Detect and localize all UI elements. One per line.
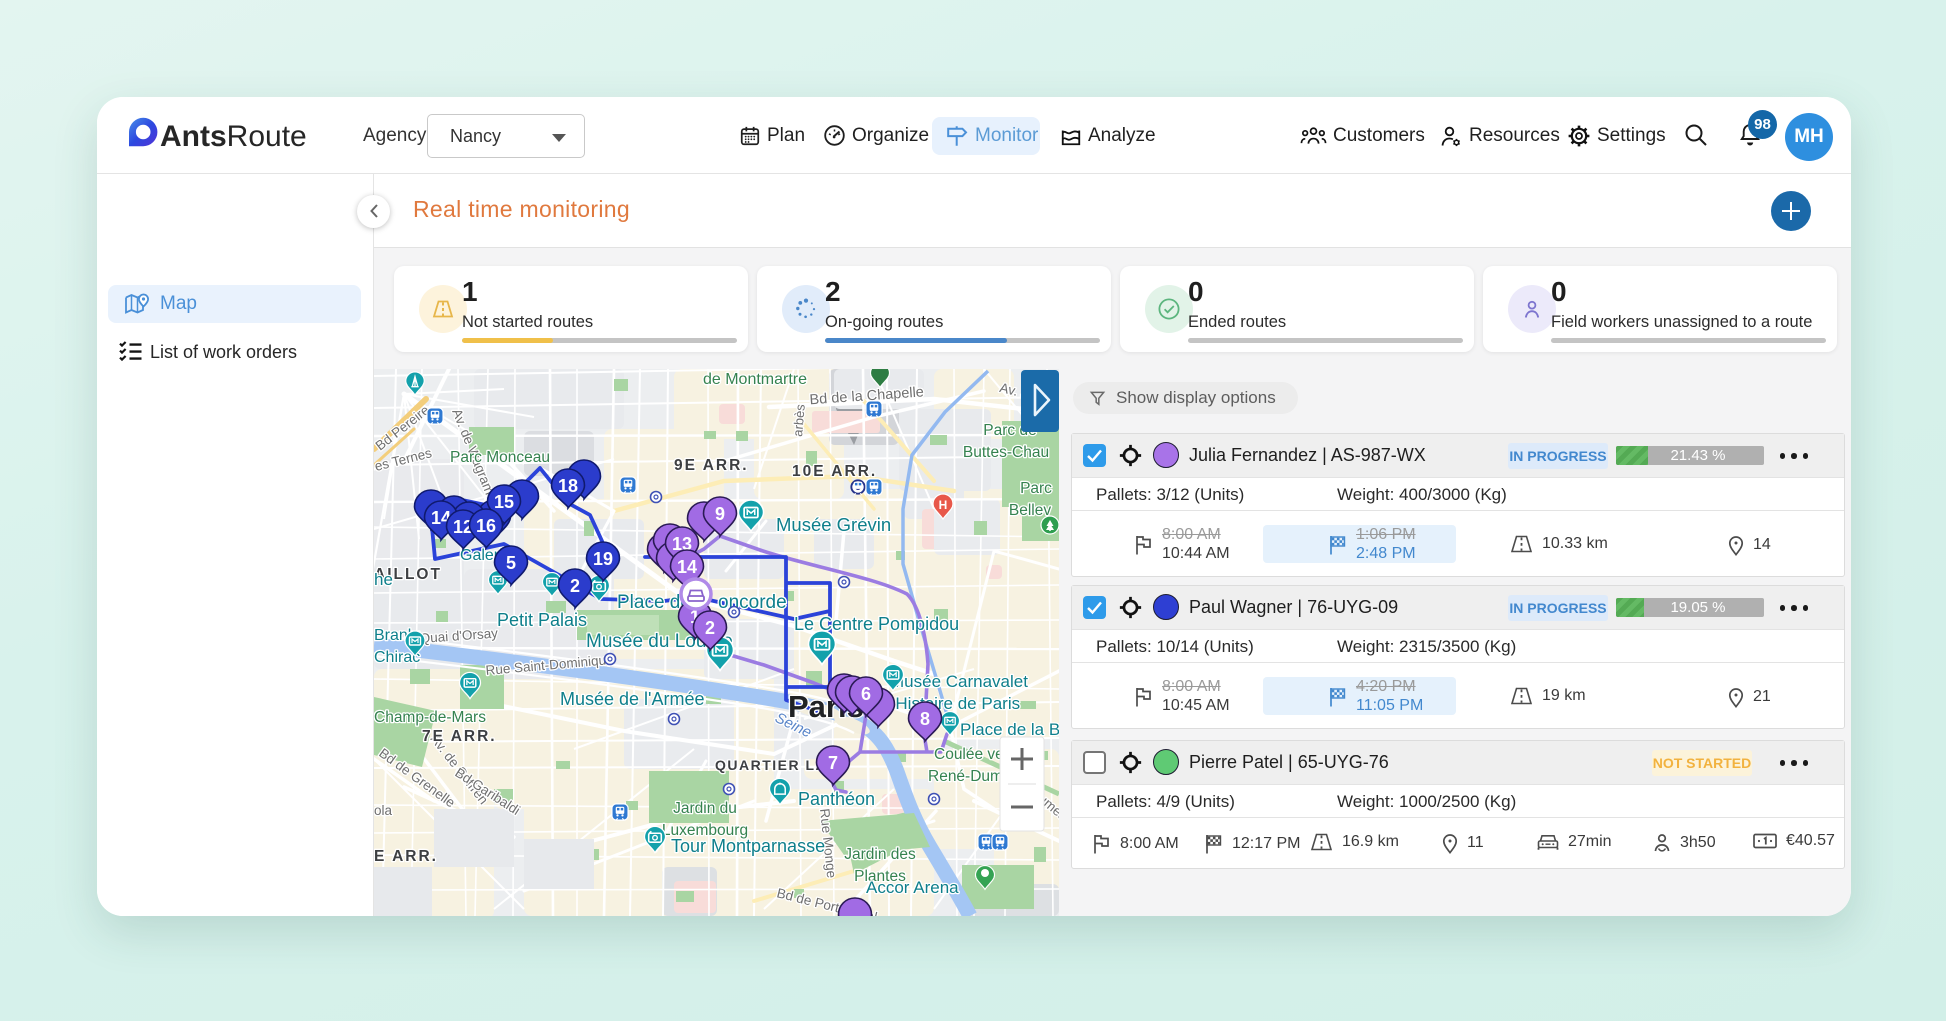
svg-text:Bellev: Bellev bbox=[1009, 502, 1051, 519]
svg-text:Musée de l'Armée: Musée de l'Armée bbox=[560, 689, 705, 709]
svg-text:9E ARR.: 9E ARR. bbox=[674, 457, 749, 474]
svg-text:18: 18 bbox=[558, 476, 578, 496]
svg-text:arbès: arbès bbox=[790, 403, 808, 437]
svg-text:ola: ola bbox=[374, 803, 393, 818]
svg-text:9: 9 bbox=[715, 504, 725, 524]
svg-text:he: he bbox=[374, 570, 393, 589]
svg-text:5: 5 bbox=[506, 553, 516, 573]
svg-text:7: 7 bbox=[828, 753, 838, 773]
svg-text:Parc Monceau: Parc Monceau bbox=[450, 449, 550, 466]
svg-text:Jardin des: Jardin des bbox=[844, 846, 916, 863]
svg-text:- Histoire de Paris: - Histoire de Paris bbox=[885, 694, 1020, 713]
svg-text:Panthéon: Panthéon bbox=[798, 789, 875, 809]
svg-text:Jardin du: Jardin du bbox=[673, 800, 737, 817]
svg-text:16: 16 bbox=[476, 516, 496, 536]
svg-text:Parc: Parc bbox=[1020, 480, 1052, 497]
svg-text:7E ARR.: 7E ARR. bbox=[422, 728, 497, 745]
svg-text:Champ-de-Mars: Champ-de-Mars bbox=[374, 709, 486, 726]
svg-text:de Montmartre: de Montmartre bbox=[703, 371, 807, 388]
svg-text:H: H bbox=[939, 498, 948, 512]
svg-text:Tour Montparnasse: Tour Montparnasse bbox=[671, 836, 825, 856]
svg-text:Musée Grévin: Musée Grévin bbox=[776, 514, 891, 535]
svg-text:8: 8 bbox=[920, 709, 930, 729]
svg-text:19: 19 bbox=[593, 549, 613, 569]
svg-text:E ARR.: E ARR. bbox=[374, 848, 438, 865]
svg-text:Musée Carnavalet: Musée Carnavalet bbox=[890, 672, 1028, 691]
svg-text:Petit Palais: Petit Palais bbox=[497, 610, 587, 630]
svg-text:2: 2 bbox=[705, 618, 715, 638]
svg-text:Place de la Ba: Place de la Ba bbox=[960, 720, 1059, 739]
svg-text:2: 2 bbox=[570, 576, 580, 596]
svg-text:Buttes-Chau: Buttes-Chau bbox=[963, 444, 1049, 461]
svg-text:6: 6 bbox=[861, 684, 871, 704]
svg-text:Accor Arena: Accor Arena bbox=[866, 878, 959, 897]
svg-text:14: 14 bbox=[677, 557, 697, 577]
svg-text:15: 15 bbox=[494, 492, 514, 512]
svg-text:10E ARR.: 10E ARR. bbox=[792, 463, 877, 480]
